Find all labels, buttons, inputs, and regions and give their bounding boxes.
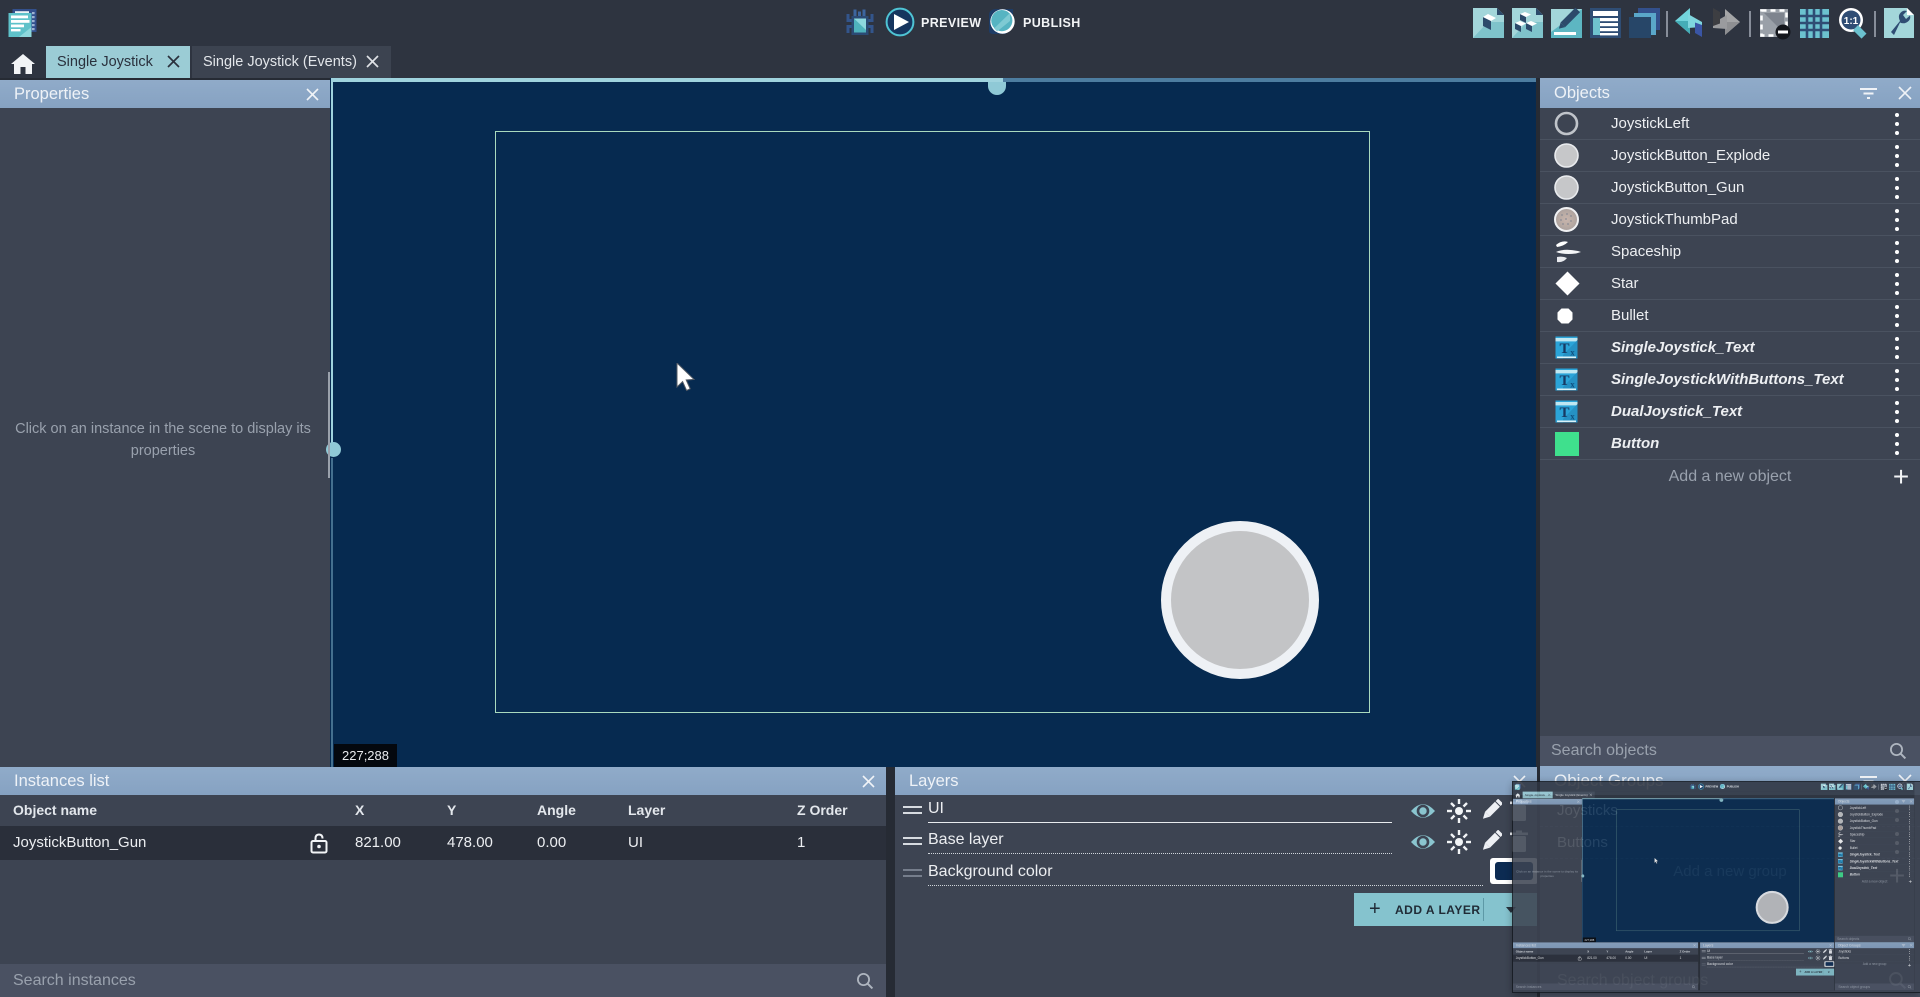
svg-text:x: x [1570, 412, 1575, 422]
svg-text:x: x [1841, 855, 1842, 857]
svg-text:x: x [1841, 862, 1842, 864]
svg-text:x: x [1841, 869, 1842, 871]
svg-text:1:1: 1:1 [1844, 16, 1859, 27]
svg-text:x: x [1570, 380, 1575, 390]
svg-text:T: T [1559, 373, 1569, 389]
svg-text:T: T [1559, 405, 1569, 421]
svg-text:x: x [1570, 348, 1575, 358]
svg-text:T: T [1559, 341, 1569, 357]
